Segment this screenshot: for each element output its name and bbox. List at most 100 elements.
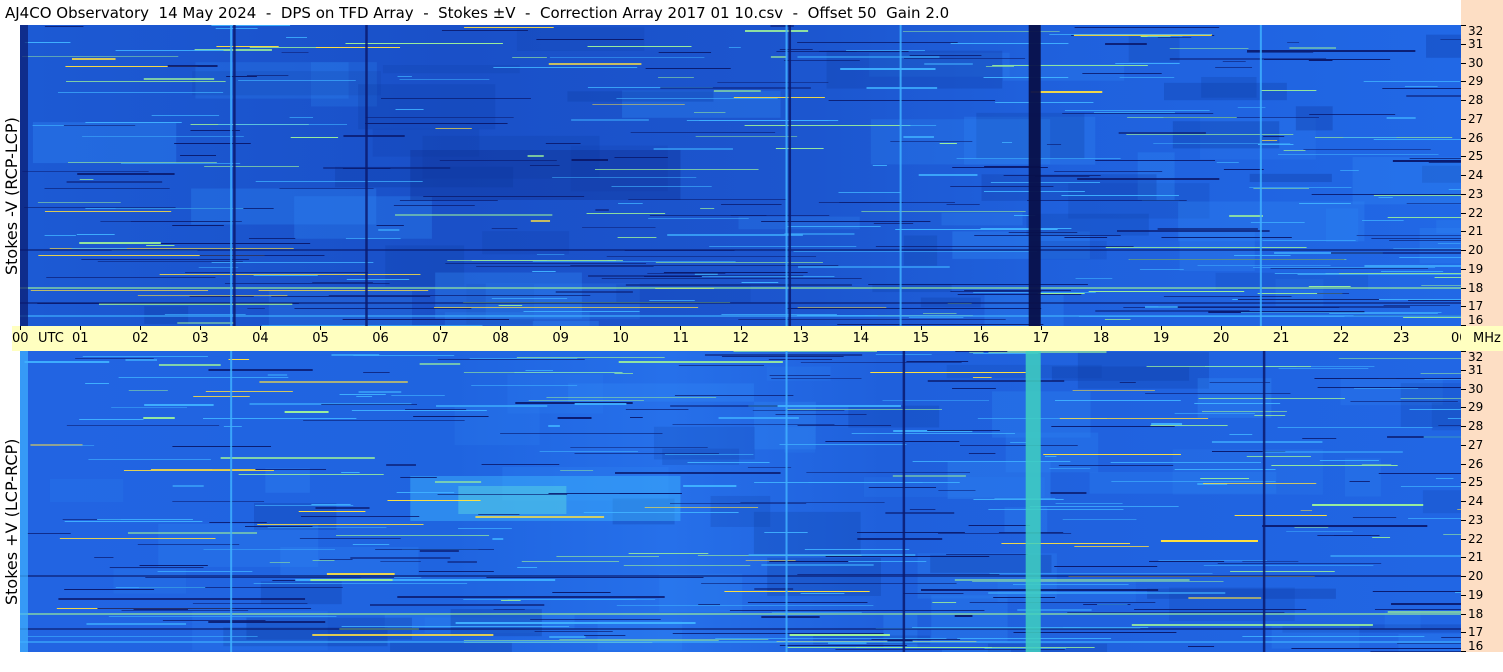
interference-streak [172, 446, 272, 447]
interference-streak [1001, 142, 1013, 143]
interference-streak [72, 58, 116, 60]
frequency-tick [1461, 306, 1466, 308]
interference-streak [1283, 150, 1306, 151]
interference-streak [157, 571, 253, 572]
interference-streak [1400, 398, 1461, 399]
interference-streak [423, 196, 585, 197]
interference-streak [545, 143, 581, 144]
interference-streak [539, 451, 638, 452]
frequency-tick [1461, 369, 1466, 371]
interference-streak [97, 608, 312, 609]
interference-streak [198, 267, 239, 268]
interference-streak [1400, 486, 1461, 487]
interference-streak [199, 255, 325, 256]
interference-streak [190, 130, 240, 131]
interference-streak [908, 317, 964, 318]
interference-streak [1263, 136, 1285, 137]
time-tick-label: 18 [1092, 331, 1110, 346]
interference-streak [466, 123, 498, 124]
interference-streak [797, 425, 892, 426]
interference-streak [649, 215, 767, 216]
interference-streak [984, 648, 1067, 649]
frequency-tick [1461, 482, 1466, 484]
time-tick-label: 03 [192, 331, 209, 346]
interference-streak [1438, 425, 1461, 426]
interference-streak [326, 573, 395, 575]
interference-streak [321, 404, 418, 405]
interference-streak [144, 404, 214, 406]
interference-streak [1423, 436, 1461, 438]
bright-vertical-line [1259, 25, 1262, 326]
interference-streak [396, 492, 455, 493]
time-tick-label: 01 [72, 331, 89, 346]
interference-streak [655, 262, 823, 263]
interference-streak [27, 533, 71, 534]
interference-streak [150, 469, 256, 470]
interference-streak [434, 481, 482, 483]
time-tick-label: 17 [1032, 331, 1050, 346]
interference-streak [536, 254, 565, 255]
frequency-tick-label: 27 [1468, 111, 1484, 126]
interference-streak [271, 296, 431, 297]
interference-streak [209, 522, 267, 523]
time-tick [860, 326, 862, 330]
interference-streak [246, 75, 289, 76]
interference-streak [779, 444, 907, 445]
interference-streak [1393, 248, 1461, 249]
interference-streak [909, 55, 982, 56]
interference-streak [82, 136, 244, 137]
interference-streak [617, 237, 657, 238]
time-tick [440, 326, 442, 330]
interference-streak [290, 137, 339, 138]
interference-streak [1049, 468, 1091, 469]
frequency-tick-label: 21 [1468, 224, 1484, 239]
interference-streak [177, 322, 234, 324]
interference-streak [1387, 611, 1461, 613]
interference-streak [974, 235, 1121, 236]
interference-streak [552, 177, 697, 178]
interference-streak [800, 362, 962, 363]
interference-streak [1354, 388, 1419, 389]
interference-streak [1308, 286, 1351, 287]
interference-streak [521, 561, 620, 562]
interference-streak [787, 226, 881, 227]
interference-streak [988, 509, 1124, 510]
intensity-patch [567, 91, 714, 102]
interference-streak [611, 186, 712, 187]
interference-streak [1391, 603, 1461, 605]
time-tick-label: 00 [12, 331, 29, 346]
frequency-tick [1461, 287, 1466, 289]
interference-streak [180, 155, 216, 156]
interference-streak [391, 395, 445, 396]
interference-streak [310, 579, 393, 581]
interference-streak [1163, 296, 1292, 297]
frequency-tick-label: 18 [1468, 606, 1484, 621]
interference-streak [988, 592, 1226, 594]
interference-streak [787, 409, 942, 410]
frequency-tick-label: 17 [1468, 299, 1484, 314]
interference-streak [601, 278, 862, 279]
interference-streak [548, 63, 642, 65]
frequency-tick [1461, 81, 1466, 83]
interference-streak [721, 314, 837, 315]
interference-streak [339, 394, 386, 395]
frequency-tick [1461, 576, 1466, 577]
interference-streak [341, 472, 360, 473]
interference-streak [738, 319, 1006, 320]
interference-streak [79, 242, 161, 244]
bright-vertical-line [230, 351, 233, 652]
time-tick [560, 326, 562, 330]
interference-streak [968, 525, 1031, 526]
interference-streak [353, 355, 455, 356]
interference-streak [1262, 240, 1356, 241]
interference-streak [1278, 368, 1369, 369]
interference-streak [1382, 88, 1461, 89]
interference-streak [393, 205, 475, 206]
interference-streak [647, 273, 726, 274]
interference-streak [1111, 481, 1276, 482]
frequency-tick [1461, 118, 1466, 120]
interference-streak [1250, 222, 1305, 223]
interference-streak [648, 218, 749, 219]
interference-streak [328, 295, 591, 296]
frequency-tick-label: 31 [1468, 362, 1484, 377]
